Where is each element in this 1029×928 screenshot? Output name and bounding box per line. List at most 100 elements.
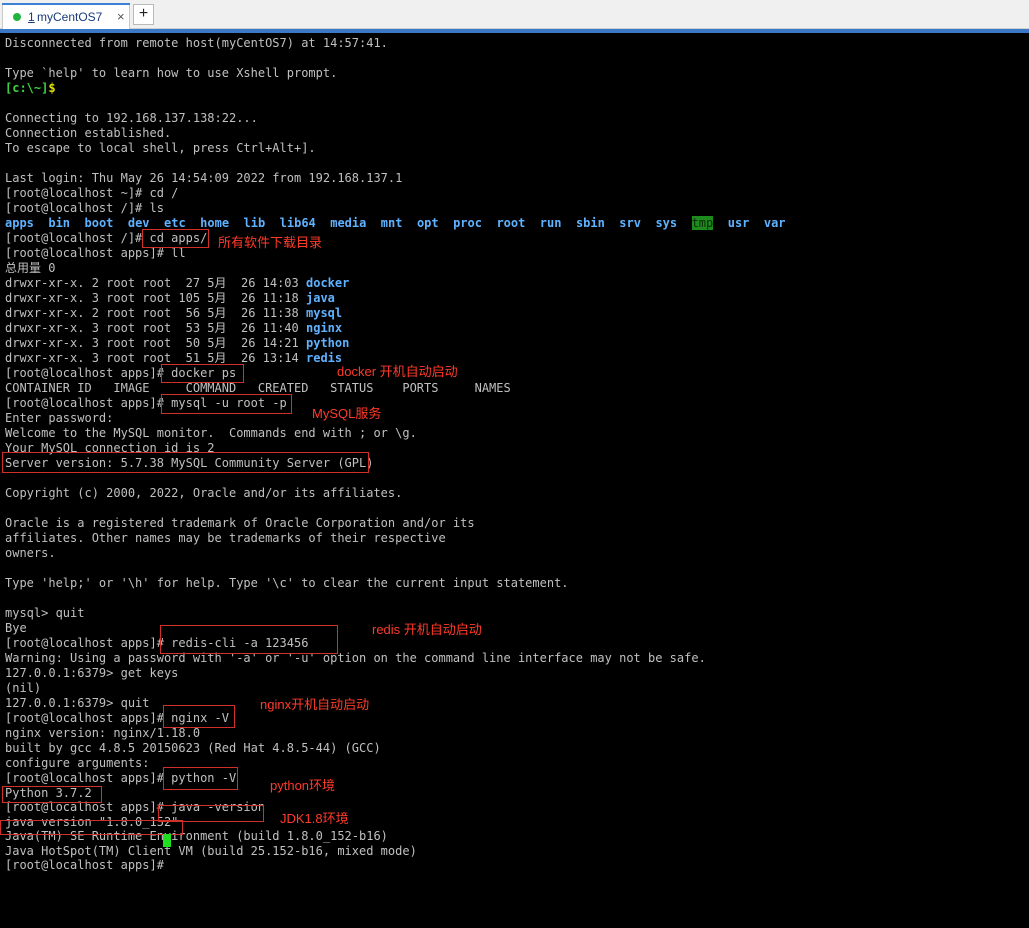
directory-name: apps <box>5 216 34 230</box>
listing-details: drwxr-xr-x. 3 root root 50 5月 26 14:21 <box>5 336 306 350</box>
terminal-line: Copyright (c) 2000, 2022, Oracle and/or … <box>5 486 403 500</box>
terminal-line: Bye <box>5 621 27 635</box>
terminal-line: Oracle is a registered trademark of Orac… <box>5 516 475 530</box>
highlight-python-version <box>2 786 102 803</box>
directory-name: nginx <box>306 321 343 335</box>
directory-name: home <box>200 216 230 230</box>
terminal-line: 127.0.0.1:6379> quit <box>5 696 150 710</box>
highlight-redis-cmd <box>160 625 338 654</box>
terminal-line: Welcome to the MySQL monitor. Commands e… <box>5 426 417 440</box>
terminal-line: configure arguments: <box>5 756 150 770</box>
directory-name: boot <box>84 216 114 230</box>
directory-name: dev <box>127 216 150 230</box>
terminal-line: drwxr-xr-x. 2 root root 27 5月 26 14:03 d… <box>5 276 349 291</box>
terminal-line: Type `help' to learn how to use Xshell p… <box>5 66 338 80</box>
terminal-line: 总用量 0 <box>5 261 56 275</box>
terminal-line: Warning: Using a password with '-a' or '… <box>5 651 706 665</box>
directory-name: etc <box>164 216 186 230</box>
tab-index: 1 <box>28 10 35 24</box>
directory-name: root <box>496 216 526 230</box>
tab-label: myCentOS7 <box>37 10 103 24</box>
session-tab[interactable]: 1 myCentOS7 × <box>2 3 130 29</box>
tab-bar: 1 myCentOS7 × + <box>0 0 1029 29</box>
directory-name: tmp <box>691 216 714 230</box>
highlight-server-version <box>2 452 369 473</box>
directory-name: opt <box>416 216 439 230</box>
directory-name: python <box>306 336 350 350</box>
directory-name: proc <box>453 216 482 230</box>
terminal-line: drwxr-xr-x. 3 root root 53 5月 26 11:40 n… <box>5 321 342 336</box>
terminal-line: Java HotSpot(TM) Client VM (build 25.152… <box>5 843 417 858</box>
terminal-line: [root@localhost apps]# ll <box>5 246 186 260</box>
terminal-line: Connecting to 192.168.137.138:22... <box>5 111 258 125</box>
listing-details: drwxr-xr-x. 2 root root 56 5月 26 11:38 <box>5 306 306 320</box>
terminal-line: owners. <box>5 546 56 560</box>
terminal-line: Last login: Thu May 26 14:54:09 2022 fro… <box>5 171 403 185</box>
terminal-cursor <box>163 834 171 847</box>
listing-details: drwxr-xr-x. 3 root root 51 5月 26 13:14 <box>5 351 306 365</box>
terminal-line: drwxr-xr-x. 2 root root 56 5月 26 11:38 m… <box>5 306 342 321</box>
directory-name: java <box>306 291 335 305</box>
terminal-line: drwxr-xr-x. 3 root root 105 5月 26 11:18 … <box>5 291 335 306</box>
connection-status-icon <box>13 13 21 21</box>
directory-name: lib64 <box>279 216 316 230</box>
highlight-mysql-cmd <box>161 394 292 414</box>
annotation-jdk: JDK1.8环境 <box>280 811 349 826</box>
highlight-docker-ps <box>161 364 244 383</box>
add-tab-button[interactable]: + <box>133 4 154 25</box>
directory-name: lib <box>243 216 266 230</box>
terminal-line: 127.0.0.1:6379> get keys <box>5 666 179 680</box>
terminal-line: built by gcc 4.8.5 20150623 (Red Hat 4.8… <box>5 741 381 755</box>
directory-name: sys <box>655 216 678 230</box>
prompt-sign: $ <box>48 81 56 95</box>
annotation-redis: redis 开机自动启动 <box>372 622 482 637</box>
tab-active-indicator <box>2 3 130 5</box>
directory-name: run <box>539 216 562 230</box>
terminal-output[interactable]: Disconnected from remote host(myCentOS7)… <box>0 33 1029 928</box>
annotation-docker: docker 开机自动启动 <box>337 364 458 379</box>
highlight-python-cmd <box>163 767 238 790</box>
highlight-java-version <box>0 820 183 835</box>
terminal-line: Disconnected from remote host(myCentOS7)… <box>5 36 388 50</box>
listing-details: drwxr-xr-x. 3 root root 53 5月 26 11:40 <box>5 321 306 335</box>
directory-name: sbin <box>575 216 605 230</box>
terminal-line: nginx version: nginx/1.18.0 <box>5 726 201 740</box>
terminal-line: [root@localhost ~]# cd / <box>5 186 179 200</box>
listing-details: drwxr-xr-x. 2 root root 27 5月 26 14:03 <box>5 276 306 290</box>
directory-name: media <box>330 216 367 230</box>
annotation-mysql: MySQL服务 <box>312 406 382 421</box>
terminal-line: To escape to local shell, press Ctrl+Alt… <box>5 141 316 155</box>
annotation-python: python环境 <box>270 778 336 793</box>
terminal-line: apps bin boot dev etc home lib lib64 med… <box>5 216 786 231</box>
directory-name: docker <box>306 276 350 290</box>
annotation-nginx: nginx开机自动启动 <box>260 697 370 712</box>
terminal-line: (nil) <box>5 681 42 695</box>
terminal-line: Enter password: <box>5 411 114 425</box>
terminal-line: drwxr-xr-x. 3 root root 50 5月 26 14:21 p… <box>5 336 349 351</box>
close-icon[interactable]: × <box>117 9 125 24</box>
highlight-nginx-cmd <box>163 705 235 728</box>
terminal-line: [c:\~]$ <box>5 81 56 96</box>
directory-name: bin <box>48 216 71 230</box>
terminal-line: [root@localhost /]# ls <box>5 201 164 215</box>
terminal-line: Type 'help;' or '\h' for help. Type '\c'… <box>5 576 569 590</box>
local-prompt: [c:\~] <box>5 81 49 95</box>
